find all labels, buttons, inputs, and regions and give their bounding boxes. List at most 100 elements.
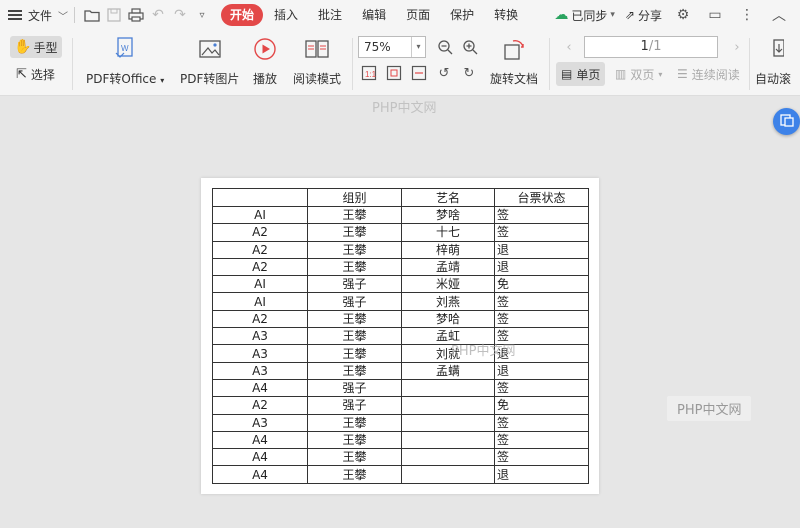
hand-tool-button[interactable]: ✋ 手型	[10, 36, 62, 58]
group-code-cell: A2	[212, 257, 308, 277]
auto-scroll-button[interactable]: 自动滚	[755, 36, 791, 87]
single-page-label: 单页	[576, 67, 601, 82]
undo-icon[interactable]: ↶	[147, 4, 169, 26]
continuous-read-button[interactable]: ☰ 连续阅读	[672, 62, 745, 86]
rotate-right-icon[interactable]: ↻	[460, 64, 478, 82]
group-cell: 强子	[307, 292, 402, 311]
table-row: A4 王攀 退	[212, 465, 589, 484]
single-page-icon: ▤	[561, 67, 573, 81]
share-label: 分享	[637, 8, 662, 23]
select-tool-button[interactable]: ⇱ 选择	[16, 66, 55, 83]
play-label: 播放	[252, 72, 277, 86]
auto-scroll-icon	[760, 36, 786, 62]
group-code-cell: A3	[212, 327, 308, 346]
page-number-input[interactable]: 1/1	[584, 36, 718, 58]
ticket-status-cell: 签	[494, 378, 589, 398]
tab-edit[interactable]: 编辑	[353, 4, 395, 26]
continuous-read-icon: ☰	[677, 67, 688, 81]
stage-name-cell: 孟螨	[401, 361, 495, 380]
image-icon	[197, 36, 223, 62]
single-page-button[interactable]: ▤ 单页	[556, 62, 606, 86]
group-cell: 王攀	[307, 430, 402, 450]
group-code-cell: AI	[212, 292, 308, 311]
table-row: A2 强子 免	[212, 396, 589, 415]
group-cell: 强子	[307, 396, 402, 415]
play-button[interactable]: 播放	[252, 36, 278, 87]
tab-convert[interactable]: 转换	[485, 4, 527, 26]
rotate-left-icon[interactable]: ↺	[435, 64, 453, 82]
floating-tool-button[interactable]	[773, 108, 800, 135]
table-row: A4 强子 签	[212, 378, 589, 398]
tab-page[interactable]: 页面	[397, 4, 439, 26]
group-code-cell: A3	[212, 413, 308, 432]
ticket-status-cell: 签	[494, 448, 589, 467]
ribbon-toolbar: ✋ 手型 ⇱ 选择 W PDF转Office ▾ PDF转图片 播放 阅读模式 …	[0, 30, 800, 96]
current-page: 1	[640, 39, 649, 54]
group-code-cell: AI	[212, 275, 308, 294]
chevron-down-icon: ▾	[658, 69, 663, 79]
read-mode-button[interactable]: 阅读模式	[293, 36, 341, 87]
group-cell: 王攀	[307, 309, 402, 329]
select-tool-label: 选择	[30, 68, 55, 82]
stage-name-cell	[401, 448, 495, 467]
more-icon[interactable]: ⋮	[736, 4, 758, 26]
save-icon[interactable]	[103, 4, 125, 26]
fit-page-icon[interactable]	[385, 64, 403, 82]
table-row: A3 王攀 签	[212, 413, 589, 432]
table-row: A3 王攀 孟虹签	[212, 327, 589, 346]
ribbon-tabs: 开始 插入 批注 编辑 页面 保护 转换	[221, 4, 527, 26]
double-page-button[interactable]: ▥ 双页 ▾	[610, 62, 667, 86]
pdf-to-image-button[interactable]: PDF转图片	[180, 36, 239, 87]
open-folder-icon[interactable]	[81, 4, 103, 26]
print-icon[interactable]	[125, 4, 147, 26]
next-page-icon[interactable]: ›	[728, 38, 746, 56]
divider	[352, 38, 353, 90]
share-icon: ⇗	[624, 8, 635, 22]
share-button[interactable]: ⇗ 分享	[625, 7, 662, 24]
chevron-down-icon: ﹀	[58, 11, 69, 23]
tab-protect[interactable]: 保护	[441, 4, 483, 26]
ticket-status-cell: 签	[494, 292, 589, 311]
sync-status[interactable]: ☁ 已同步 ▾	[554, 7, 615, 24]
ticket-status-cell: 签	[494, 430, 589, 450]
file-menu-label: 文件	[28, 8, 53, 23]
stage-name-cell: 梦啥	[401, 205, 495, 225]
group-code-cell: A2	[212, 223, 308, 242]
zoom-in-icon[interactable]	[461, 38, 479, 56]
stage-name-cell: 梓萌	[401, 240, 495, 259]
actual-size-icon[interactable]: 1:1	[360, 64, 378, 82]
ticket-status-cell: 签	[494, 223, 589, 242]
fit-width-icon[interactable]	[410, 64, 428, 82]
tab-insert[interactable]: 插入	[265, 4, 307, 26]
hamburger-icon	[8, 10, 22, 20]
collapse-chevron-icon[interactable]: ︿	[768, 4, 790, 26]
prev-page-icon[interactable]: ‹	[560, 38, 578, 56]
stage-name-cell: 梦哈	[401, 309, 495, 329]
message-icon[interactable]: ▭	[704, 4, 726, 26]
tab-start[interactable]: 开始	[221, 4, 264, 26]
group-cell: 王攀	[307, 205, 402, 225]
group-cell: 王攀	[307, 327, 402, 346]
cursor-icon: ⇱	[16, 67, 27, 82]
redo-icon[interactable]: ↷	[169, 4, 191, 26]
group-code-cell: A3	[212, 361, 308, 380]
group-cell: 强子	[307, 378, 402, 398]
ticket-status-cell: 签	[494, 413, 589, 432]
tab-annotate[interactable]: 批注	[309, 4, 351, 26]
pdf-to-office-button[interactable]: W PDF转Office ▾	[86, 36, 164, 87]
chevron-down-icon: ▾	[610, 10, 615, 20]
document-tool-icon	[779, 113, 794, 130]
watermark: PHP中文网	[372, 101, 437, 116]
stage-name-cell: 十七	[401, 223, 495, 242]
double-page-icon: ▥	[615, 67, 627, 81]
hand-icon: ✋	[14, 39, 32, 55]
rotate-document-label: 旋转文档	[490, 72, 539, 86]
settings-icon[interactable]: ⚙	[672, 4, 694, 26]
rotate-document-button[interactable]: 旋转文档	[490, 36, 538, 87]
quick-access-dropdown-icon[interactable]: ▿	[191, 4, 213, 26]
zoom-select[interactable]: 75% ▾	[358, 36, 426, 58]
table-row: A2 王攀 梦哈签	[212, 309, 589, 329]
double-page-label: 双页	[630, 67, 655, 82]
file-menu[interactable]: 文件 ﹀	[0, 0, 68, 30]
zoom-out-icon[interactable]	[436, 38, 454, 56]
